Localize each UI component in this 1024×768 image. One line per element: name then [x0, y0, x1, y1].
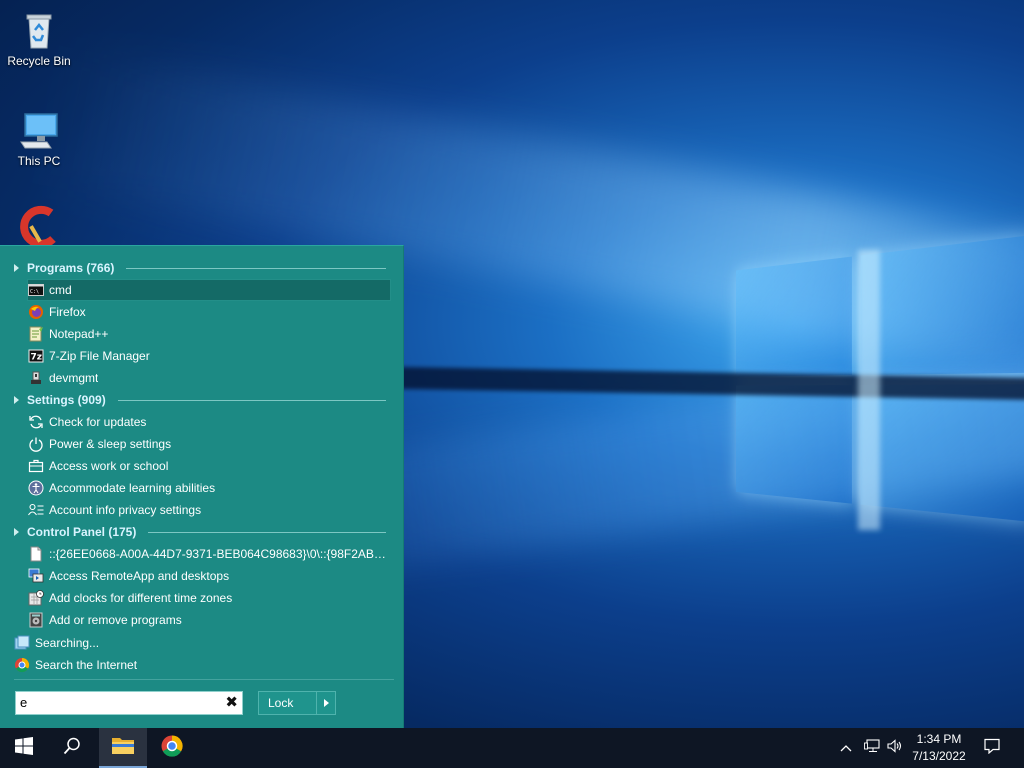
menu-item-label: Add clocks for different time zones: [49, 591, 233, 605]
expand-triangle-icon: [14, 396, 19, 404]
action-center-button[interactable]: [978, 728, 1006, 768]
recycle-bin-icon: [17, 8, 61, 52]
programs-icon: [28, 612, 44, 628]
remoteapp-icon: [28, 568, 44, 584]
divider: [148, 531, 386, 533]
this-pc-icon: [17, 108, 61, 152]
network-icon: [864, 738, 880, 758]
cmd-icon: C:\: [28, 282, 44, 298]
menu-item-access-work[interactable]: Access work or school: [28, 456, 390, 476]
searching-label: Searching...: [35, 636, 100, 650]
group-header-settings[interactable]: Settings (909): [14, 390, 386, 410]
svg-text:7z: 7z: [31, 353, 43, 363]
menu-item-7zip[interactable]: 7z 7-Zip File Manager: [28, 346, 390, 366]
account-info-icon: [28, 502, 44, 518]
search-input[interactable]: [16, 692, 214, 712]
power-icon: [28, 436, 44, 452]
lock-label: Lock: [268, 696, 294, 710]
clear-search-icon[interactable]: ✖: [225, 694, 238, 712]
menu-item-label: Account info privacy settings: [49, 503, 202, 517]
briefcase-icon: [28, 458, 44, 474]
menu-item-cmd[interactable]: C:\ cmd: [27, 279, 391, 301]
notepadpp-icon: [28, 326, 44, 342]
start-menu: Programs (766) C:\ cmd Firefox Notepad++…: [0, 245, 404, 729]
menu-item-add-clocks[interactable]: Add clocks for different time zones: [28, 588, 390, 608]
menu-item-label: Access RemoteApp and desktops: [49, 569, 230, 583]
firefox-icon: [28, 304, 44, 320]
search-internet-label: Search the Internet: [35, 658, 138, 672]
menu-item-add-remove-programs[interactable]: Add or remove programs: [28, 610, 390, 630]
search-internet-item[interactable]: Search the Internet: [14, 655, 376, 675]
search-files-icon: [14, 635, 30, 651]
divider: [14, 679, 394, 680]
ccleaner-icon: [17, 205, 61, 249]
chrome-icon: [160, 734, 184, 763]
menu-item-label: Access work or school: [49, 459, 169, 473]
lock-button[interactable]: Lock: [258, 691, 336, 715]
menu-item-firefox[interactable]: Firefox: [28, 302, 390, 322]
chrome-taskbar-button[interactable]: [148, 728, 196, 768]
menu-item-learning-abilities[interactable]: Accommodate learning abilities: [28, 478, 390, 498]
chrome-icon: [14, 657, 30, 673]
divider: [126, 267, 386, 269]
menu-item-label: Notepad++: [49, 327, 109, 341]
7zip-icon: 7z: [28, 348, 44, 364]
menu-item-label: cmd: [49, 283, 72, 297]
group-title: Control Panel (175): [27, 525, 137, 539]
file-explorer-icon: [111, 735, 135, 760]
start-button[interactable]: [0, 728, 48, 768]
menu-item-label: 7-Zip File Manager: [49, 349, 150, 363]
clock-icon: [28, 590, 44, 606]
document-icon: [28, 546, 44, 562]
menu-item-power-sleep[interactable]: Power & sleep settings: [28, 434, 390, 454]
group-header-programs[interactable]: Programs (766): [14, 258, 386, 278]
menu-item-label: Power & sleep settings: [49, 437, 172, 451]
chevron-up-icon: [840, 739, 852, 757]
notification-icon: [984, 738, 1000, 759]
searching-status: Searching...: [14, 633, 376, 653]
search-icon: [63, 737, 81, 760]
group-title: Settings (909): [27, 393, 106, 407]
menu-item-label: Add or remove programs: [49, 613, 182, 627]
accessibility-icon: [28, 480, 44, 496]
menu-item-label: Firefox: [49, 305, 86, 319]
desktop-icon-label: Recycle Bin: [7, 54, 71, 68]
show-hidden-icons-button[interactable]: [836, 728, 856, 768]
menu-item-cp-guid[interactable]: ::{26EE0668-A00A-44D7-9371-BEB064C98683}…: [28, 544, 390, 564]
menu-item-account-privacy[interactable]: Account info privacy settings: [28, 500, 390, 520]
clock-time: 1:34 PM: [916, 732, 962, 746]
devmgmt-icon: [28, 370, 44, 386]
refresh-icon: [28, 414, 44, 430]
menu-item-label: Accommodate learning abilities: [49, 481, 216, 495]
menu-item-check-updates[interactable]: Check for updates: [28, 412, 390, 432]
menu-item-remoteapp[interactable]: Access RemoteApp and desktops: [28, 566, 390, 586]
taskbar-clock[interactable]: 1:34 PM 7/13/2022: [898, 731, 980, 765]
menu-item-label: ::{26EE0668-A00A-44D7-9371-BEB064C98683}…: [49, 547, 390, 561]
divider: [117, 399, 386, 401]
group-header-control-panel[interactable]: Control Panel (175): [14, 522, 386, 542]
expand-triangle-icon: [14, 528, 19, 536]
expand-triangle-icon: [14, 264, 19, 272]
start-icon: [15, 736, 33, 760]
clock-date: 7/13/2022: [912, 749, 966, 763]
desktop-icon-this-pc[interactable]: This PC: [4, 108, 74, 168]
menu-item-label: Check for updates: [49, 415, 147, 429]
menu-item-notepadpp[interactable]: Notepad++: [28, 324, 390, 344]
file-explorer-button[interactable]: [99, 728, 147, 768]
group-title: Programs (766): [27, 261, 115, 275]
desktop-icon-label: This PC: [17, 154, 61, 168]
menu-item-devmgmt[interactable]: devmgmt: [28, 368, 390, 388]
taskbar: 1:34 PM 7/13/2022: [0, 728, 1024, 768]
search-button[interactable]: [48, 728, 96, 768]
network-tray-button[interactable]: [861, 728, 883, 768]
menu-item-label: devmgmt: [49, 371, 99, 385]
search-field[interactable]: ✖: [15, 691, 243, 715]
desktop-icon-recycle-bin[interactable]: Recycle Bin: [4, 8, 74, 68]
lock-options-arrow-icon[interactable]: [316, 692, 335, 714]
svg-text:C:\: C:\: [30, 289, 39, 295]
